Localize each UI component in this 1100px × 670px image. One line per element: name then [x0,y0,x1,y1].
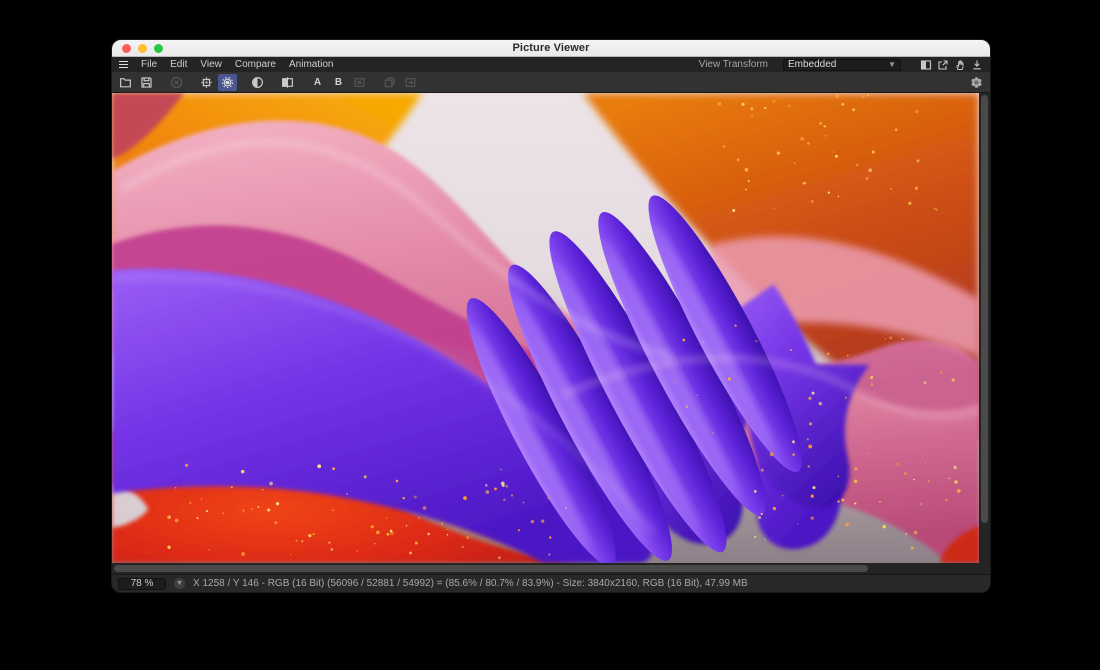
view-transform-label: View Transform [699,59,768,70]
view-transform-dropdown[interactable]: Embedded ▼ [783,59,901,71]
split-view-icon[interactable] [920,59,932,71]
ab-split-compare-icon[interactable] [278,74,297,91]
scrollbar-corner [979,563,990,574]
status-bar: 78 % ▼ X 1258 / Y 146 - RGB (16 Bit) (56… [112,574,990,592]
menu-hamburger-icon[interactable] [119,61,128,68]
close-image-icon[interactable] [167,74,186,91]
save-icon[interactable] [137,74,156,91]
render-settings-icon[interactable] [197,74,216,91]
menu-animation[interactable]: Animation [289,59,333,70]
menu-view[interactable]: View [200,59,222,70]
abstract-render-artwork [112,93,979,563]
open-folder-icon[interactable] [116,74,135,91]
title-bar[interactable]: Picture Viewer [112,40,990,57]
menu-file[interactable]: File [141,59,157,70]
export-image-icon[interactable] [401,74,420,91]
view-transform-value: Embedded [788,59,836,70]
menu-compare[interactable]: Compare [235,59,276,70]
a-slot-button[interactable]: A [308,74,327,91]
copy-image-icon[interactable] [380,74,399,91]
vertical-scrollbar-thumb[interactable] [981,95,988,523]
dock-down-icon[interactable] [971,59,983,71]
pixel-info-text: X 1258 / Y 146 - RGB (16 Bit) (56096 / 5… [193,578,748,589]
menu-bar: File Edit View Compare Animation View Tr… [112,57,990,72]
zoom-dropdown-icon[interactable]: ▼ [174,578,185,589]
vertical-scrollbar[interactable] [979,93,990,563]
chevron-down-icon: ▼ [888,61,896,69]
b-slot-button[interactable]: B [329,74,348,91]
palette-flower-icon[interactable] [967,74,986,91]
horizontal-scrollbar-thumb[interactable] [114,565,868,572]
toolbar: A B [112,72,990,93]
image-viewport [112,93,990,574]
picture-viewer-window: Picture Viewer File Edit View Compare An… [112,40,990,592]
window-title: Picture Viewer [112,42,990,54]
pan-hand-icon[interactable] [954,59,966,71]
horizontal-scrollbar[interactable] [112,563,979,574]
desktop-background: Picture Viewer File Edit View Compare An… [0,0,1100,670]
set-compare-icon[interactable] [350,74,369,91]
filter-settings-icon[interactable] [218,74,237,91]
menu-edit[interactable]: Edit [170,59,187,70]
zoom-level-field[interactable]: 78 % [118,578,166,590]
open-new-window-icon[interactable] [937,59,949,71]
rendered-image[interactable] [112,93,979,563]
contrast-icon[interactable] [248,74,267,91]
